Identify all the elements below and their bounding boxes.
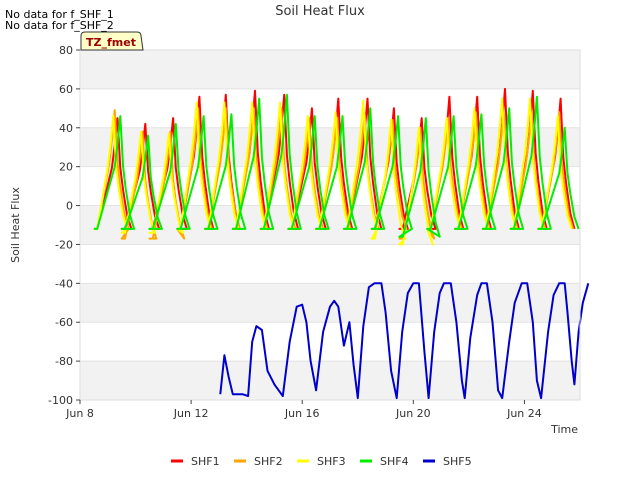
- legend-label-shf3: SHF3: [317, 455, 346, 468]
- y-tick-label-2: -60: [55, 316, 73, 329]
- tag-box-label: TZ_fmet: [86, 36, 136, 49]
- band-3: [80, 283, 580, 323]
- y-tick-label-9: 80: [59, 44, 73, 57]
- legend-label-shf4: SHF4: [380, 455, 409, 468]
- y-tick-label-5: 0: [66, 200, 73, 213]
- x-axis-ticks: Jun 8 Jun 12 Jun 16 Jun 20 Jun 24: [65, 400, 542, 420]
- chart-title: Soil Heat Flux: [275, 4, 365, 19]
- y-axis-ticks: -100 -80 -60 -40 -20 0 20 40 60 80: [48, 44, 80, 407]
- y-tick-label-8: 60: [59, 83, 73, 96]
- soil-heat-flux-chart: Jun 8 Jun 12 Jun 16 Jun 20 Jun 24 -100 -80 -60…: [9, 4, 590, 468]
- x-tick-label-1: Jun 12: [173, 407, 209, 420]
- x-tick-label-2: Jun 16: [284, 407, 320, 420]
- tag-box: TZ_fmet: [80, 31, 144, 51]
- x-axis-label: Time: [550, 423, 578, 436]
- x-tick-label-4: Jun 24: [506, 407, 542, 420]
- legend-label-shf1: SHF1: [191, 455, 220, 468]
- y-tick-label-3: -40: [55, 277, 73, 290]
- y-axis-label: Soil Heat Flux: [9, 187, 22, 263]
- x-tick-label-3: Jun 20: [395, 407, 431, 420]
- y-tick-label-4: -20: [55, 238, 73, 251]
- y-tick-label-0: -100: [48, 394, 73, 407]
- legend: SHF1 SHF2 SHF3 SHF4 SHF5: [171, 455, 472, 468]
- legend-label-shf5: SHF5: [443, 455, 472, 468]
- band-0: [80, 50, 580, 89]
- legend-label-shf2: SHF2: [254, 455, 283, 468]
- y-tick-label-7: 40: [59, 122, 73, 135]
- y-tick-label-1: -80: [55, 355, 73, 368]
- x-tick-label-0: Jun 8: [65, 407, 94, 420]
- y-tick-label-6: 20: [59, 161, 73, 174]
